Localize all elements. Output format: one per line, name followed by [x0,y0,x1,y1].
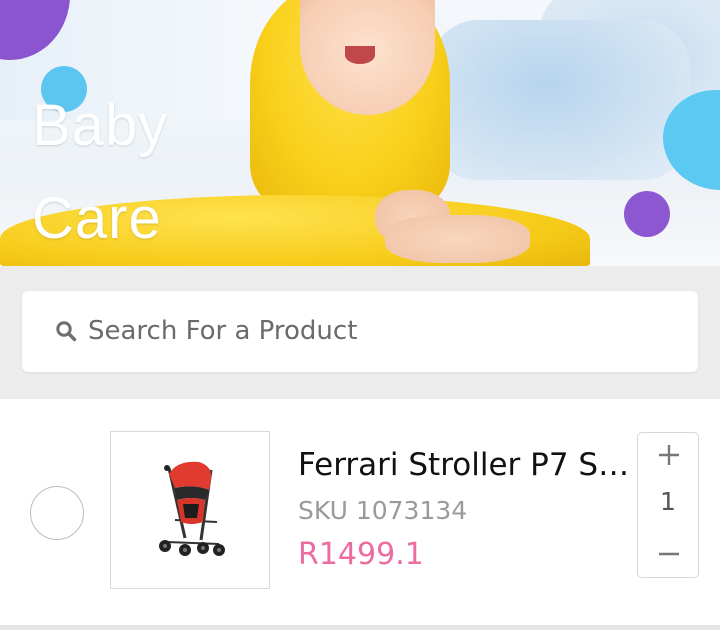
select-item-radio[interactable] [30,486,84,540]
stroller-icon [159,461,225,556]
search-input[interactable] [88,309,668,353]
page-title-line: Baby [32,93,169,158]
page-title-line: Care [32,186,162,251]
decrement-button[interactable] [638,534,698,574]
search-bar[interactable] [22,291,698,372]
list-divider [0,625,720,630]
product-sku: SKU 1073134 [298,496,468,525]
product-price: R1499.1 [298,537,424,572]
product-image[interactable] [110,431,270,589]
banner-baby-legs [385,215,530,263]
search-icon [55,320,77,342]
increment-button[interactable] [638,435,698,475]
minus-icon [659,552,679,556]
banner-baby-mouth [345,46,375,64]
category-banner: Baby Care [0,0,720,266]
banner-pillow [430,20,690,180]
product-name[interactable]: Ferrari Stroller P7 Su... [298,447,643,483]
page-title: Baby Care [32,93,169,251]
product-list-item[interactable]: Ferrari Stroller P7 Su... SKU 1073134 R1… [0,399,720,625]
decor-dot-purple [624,191,670,237]
plus-icon [659,445,679,465]
quantity-value: 1 [660,487,676,516]
quantity-stepper: 1 [637,432,699,578]
